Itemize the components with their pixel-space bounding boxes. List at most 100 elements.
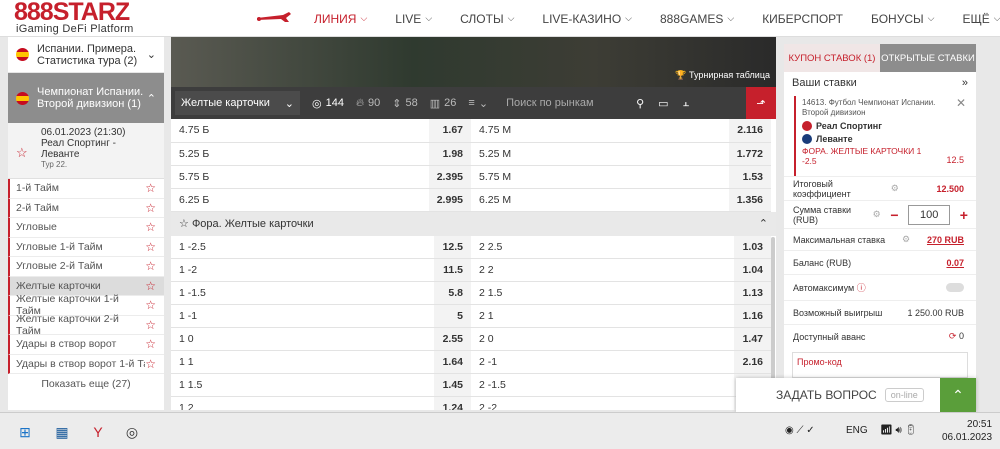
nav-live-casino[interactable]: LIVE-КАЗИНО ⌵	[528, 12, 646, 26]
popular-filter[interactable]: 🔥︎ 90	[356, 97, 380, 110]
outcome-label: 2 1.5	[471, 281, 734, 305]
close-icon[interactable]: ✕	[956, 96, 966, 110]
stake-input[interactable]: 100	[908, 204, 951, 225]
gear-icon[interactable]: ⚙	[873, 209, 881, 220]
odds-value[interactable]: 1.16	[734, 304, 771, 328]
ask-question-widget[interactable]: ЗАДАТЬ ВОПРОС on-line ⌃	[736, 378, 976, 412]
star-icon[interactable]: ☆	[145, 259, 156, 273]
calculator-icon[interactable]: ▦	[52, 422, 72, 442]
info-icon[interactable]: ⓘ	[857, 283, 866, 293]
star-icon[interactable]: ☆	[145, 279, 156, 293]
odds-value[interactable]: 1.772	[728, 142, 771, 166]
gear-icon[interactable]: ⚙	[902, 234, 910, 245]
odds-value[interactable]: 2.395	[428, 165, 471, 189]
nav-888games[interactable]: 888GAMES ⌵	[646, 12, 748, 26]
odds-value[interactable]: 1.03	[734, 235, 771, 259]
championship-item-active[interactable]: Чемпионат Испании. Второй дивизион (1) ⌃	[8, 73, 164, 123]
odds-value[interactable]: 5	[434, 304, 471, 328]
stats-filter[interactable]: ▥ 26	[430, 97, 457, 110]
odds-value[interactable]: 2.995	[428, 188, 471, 212]
market-item[interactable]: Удары в створ ворот 1-й Тайм☆	[8, 354, 164, 374]
app-icon[interactable]: ◎	[122, 422, 142, 442]
match-item[interactable]: 06.01.2023 (21:30) Реал Спортинг - Леван…	[8, 123, 164, 179]
increase-button[interactable]: +	[960, 207, 968, 223]
nav-slots[interactable]: СЛОТЫ ⌵	[446, 12, 528, 26]
odds-value[interactable]: 2.16	[734, 350, 771, 374]
star-icon[interactable]: ☆	[145, 201, 156, 215]
market-item[interactable]: Желтые карточки 2-й Тайм ☆	[8, 313, 164, 337]
decrease-button[interactable]: −	[890, 207, 898, 223]
odds-value[interactable]: 5.8	[434, 281, 471, 305]
odds-value[interactable]: 1.356	[728, 188, 771, 212]
market-item[interactable]: Угловые 1-й Тайм ☆	[8, 237, 164, 257]
star-icon[interactable]: ☆	[145, 357, 156, 371]
star-icon[interactable]: ☆	[145, 181, 156, 195]
section-header[interactable]: ☆ Фора. Желтые карточки ⌃	[171, 211, 776, 236]
odds-value[interactable]: 1.24	[434, 396, 471, 410]
odds-value[interactable]: 1.53	[728, 165, 771, 189]
tab-betslip[interactable]: КУПОН СТАВОК (1)	[784, 44, 880, 72]
odds-value[interactable]: 11.5	[434, 258, 471, 282]
market-toolbar: Желтые карточки ⌄ ◎ 144 🔥︎ 90 ⇕ 58 ▥ 26 ≡ ⌄ По…	[171, 87, 776, 119]
windows-start-icon[interactable]: ⊞	[15, 422, 35, 442]
screen-icon[interactable]: ▭	[658, 97, 668, 110]
network-icon[interactable]: 📶︎ 🔊︎ 🔋︎	[880, 425, 917, 436]
chevrons-up-icon[interactable]: ⌃	[940, 378, 976, 412]
star-icon[interactable]: ☆	[179, 218, 189, 230]
collapse-icon[interactable]: ⫠	[683, 97, 690, 110]
clock[interactable]: 20:51 06.01.2023	[942, 418, 992, 444]
gear-icon[interactable]: ⚙	[891, 183, 899, 194]
nav-live[interactable]: LIVE ⌵	[381, 12, 446, 26]
tray-icons[interactable]: ◉ ⟋ ✓	[785, 425, 815, 436]
outcome-label: 5.75 Б	[171, 165, 429, 189]
tab-open-bets[interactable]: ОТКРЫТЫЕ СТАВКИ	[880, 44, 976, 72]
market-item[interactable]: Угловые ☆	[8, 218, 164, 238]
market-item[interactable]: Удары в створ ворот ☆	[8, 335, 164, 355]
chevron-up-icon: ⌃	[758, 218, 768, 230]
language-indicator[interactable]: ENG	[846, 425, 868, 436]
market-search-input[interactable]: Поиск по рынкам	[506, 97, 636, 109]
nav-esports[interactable]: КИБЕРСПОРТ	[748, 12, 857, 26]
star-icon[interactable]: ☆	[145, 298, 156, 312]
outcome-label: 4.75 М	[471, 119, 729, 143]
odds-value[interactable]: 1.98	[428, 142, 471, 166]
odds-value[interactable]: 1.13	[734, 281, 771, 305]
odds-value[interactable]: 1.47	[734, 327, 771, 351]
nav-more[interactable]: ЕЩЁ ⌵	[948, 12, 1000, 26]
automax-toggle[interactable]	[946, 283, 964, 292]
odds-value[interactable]: 2.55	[434, 327, 471, 351]
outcome-label: 2 2	[471, 258, 734, 282]
aviator-plane-icon[interactable]	[253, 6, 293, 28]
all-markets-filter[interactable]: ◎ 144	[312, 97, 344, 110]
odds-value[interactable]: 12.5	[434, 235, 471, 259]
nav-bonuses[interactable]: БОНУСЫ ⌵	[857, 12, 948, 26]
odds-value[interactable]: 1.04	[734, 258, 771, 282]
championship-item[interactable]: Испании. Примера. Статистика тура (2) ⌄	[8, 37, 164, 73]
yandex-browser-icon[interactable]: Y	[88, 422, 108, 442]
market-select[interactable]: Желтые карточки ⌄	[175, 91, 300, 115]
odds-value[interactable]: 1.45	[434, 373, 471, 397]
refresh-icon[interactable]: ⟳	[949, 331, 957, 341]
market-item[interactable]: Угловые 2-й Тайм ☆	[8, 257, 164, 277]
stats-chart-button[interactable]: ⬏	[746, 87, 776, 119]
star-icon[interactable]: ☆	[145, 337, 156, 351]
star-icon[interactable]: ☆	[145, 240, 156, 254]
odds-value[interactable]: 1.67	[428, 119, 471, 143]
sort-icon: ⇕	[392, 97, 402, 110]
tournament-table-link[interactable]: 🏆 Турнирная таблица	[675, 70, 770, 81]
star-icon[interactable]: ☆	[16, 145, 28, 161]
market-item[interactable]: 2-й Тайм ☆	[8, 198, 164, 218]
promo-code-input[interactable]: Промо-код	[792, 352, 968, 378]
double-chevron-icon[interactable]: »	[962, 77, 968, 89]
list-view-toggle[interactable]: ≡ ⌄	[468, 97, 488, 110]
star-icon[interactable]: ☆	[145, 220, 156, 234]
star-icon[interactable]: ☆	[145, 318, 156, 332]
market-item[interactable]: 1-й Тайм ☆	[8, 179, 164, 199]
sort-filter[interactable]: ⇕ 58	[392, 97, 417, 110]
nav-line[interactable]: ЛИНИЯ ⌵	[300, 12, 381, 26]
show-more-link[interactable]: Показать еще (27)	[8, 374, 164, 394]
search-icon[interactable]: ⚲	[636, 97, 644, 110]
odds-value[interactable]: 1.64	[434, 350, 471, 374]
odds-value[interactable]: 2.116	[728, 119, 771, 143]
brand-tagline: iGaming DeFi Platform	[16, 23, 134, 35]
